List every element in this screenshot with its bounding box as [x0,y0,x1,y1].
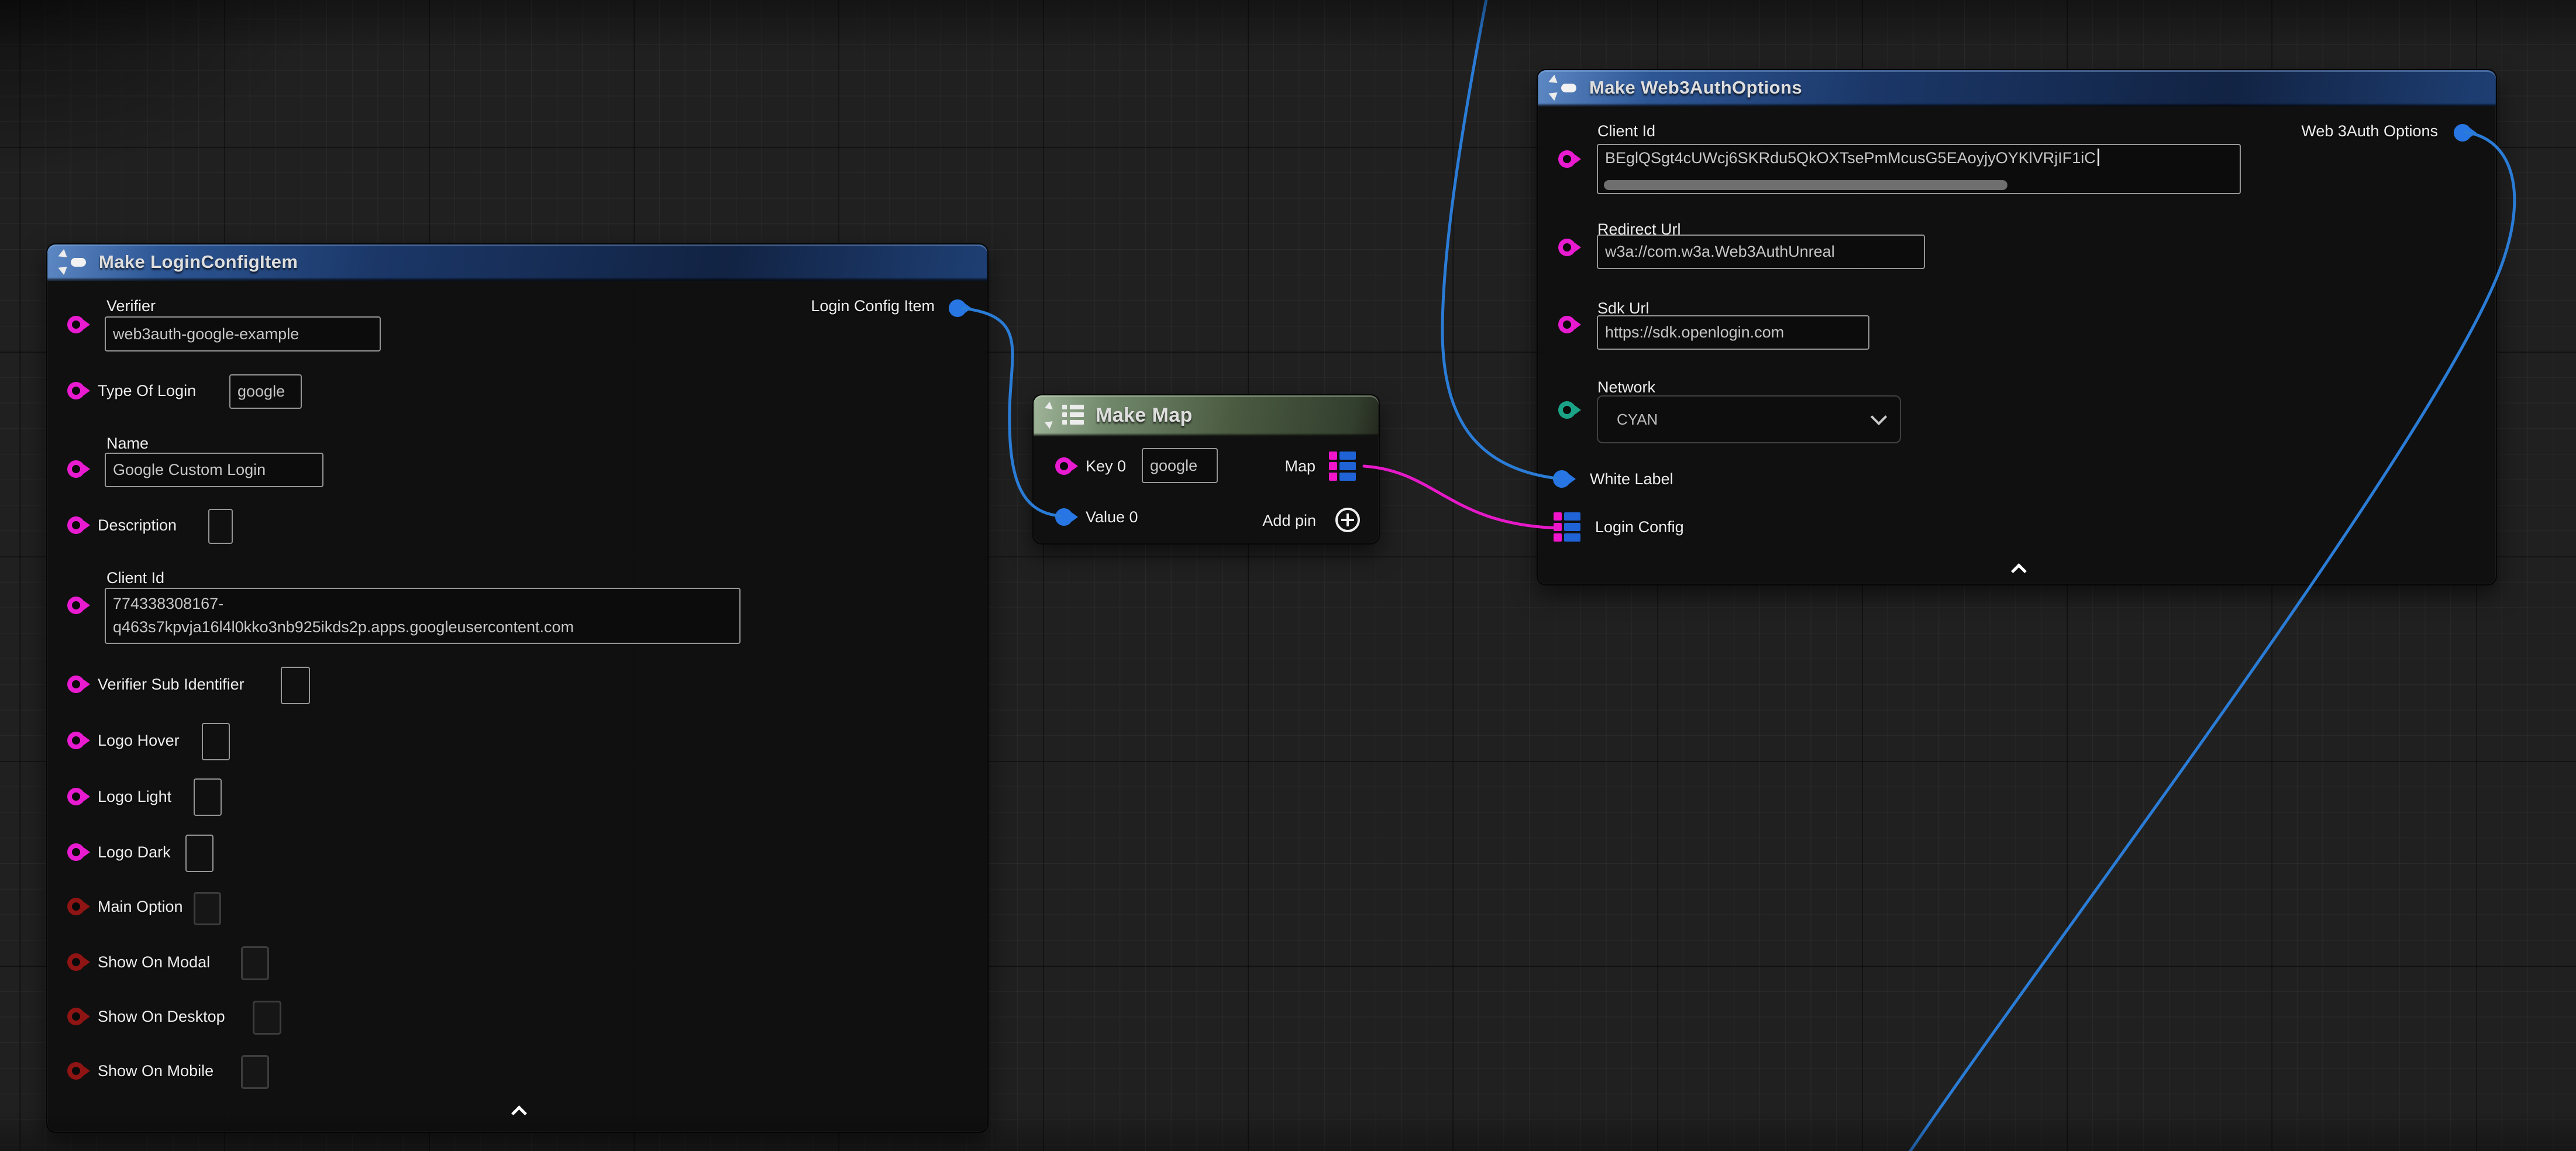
add-pin-icon[interactable] [1335,508,1360,532]
wire-map-to-loginconfig[interactable] [1364,466,1561,528]
node-title: Make Web3AuthOptions [1589,77,1802,98]
text-cursor [2098,149,2099,166]
blueprint-canvas[interactable]: { "colors": { "wire_blue": "#2a7cd6", "w… [0,0,2576,1151]
description-pin[interactable] [67,516,85,534]
client-id-label: Client Id [1597,121,1655,141]
logo-dark-pin[interactable] [67,843,85,861]
sdk-url-pin[interactable] [1558,316,1576,333]
map-output-pin[interactable] [1329,452,1356,481]
client-id-line2: q463s7kpvja16l4l0kko3nb925ikds2p.apps.go… [113,615,732,639]
logo-light-label: Logo Light [98,787,171,807]
show-on-desktop-label: Show On Desktop [98,1007,225,1026]
logo-hover-pin[interactable] [67,732,85,749]
collapse-node-button[interactable] [2012,561,2027,576]
login-config-item-output-label: Login Config Item [811,296,935,316]
show-on-modal-pin[interactable] [67,953,85,971]
client-id-input[interactable]: 774338308167- q463s7kpvja16l4l0kko3nb925… [105,588,741,644]
main-option-label: Main Option [98,897,183,916]
logo-hover-label: Logo Hover [98,730,180,750]
white-label-label: White Label [1590,469,1673,489]
verifier-label: Verifier [106,296,156,316]
key0-input[interactable]: google [1142,448,1218,483]
network-dropdown[interactable]: CYAN [1597,395,1901,443]
description-label: Description [98,515,177,535]
logo-dark-input[interactable] [185,835,213,872]
login-config-pin[interactable] [1554,512,1580,542]
key0-label: Key 0 [1086,456,1126,476]
client-id-input[interactable]: BEglQSgt4cUWcj6SKRdu5QkOXTsePmMcusG5EAoy… [1597,144,2241,194]
client-id-pin[interactable] [67,597,85,614]
main-option-pin[interactable] [67,898,85,915]
client-id-label: Client Id [106,568,164,588]
make-struct-icon [1551,76,1579,99]
make-struct-icon [60,250,88,274]
sdk-url-input[interactable]: https://sdk.openlogin.com [1597,315,1869,350]
logo-light-pin[interactable] [67,788,85,805]
logo-dark-label: Logo Dark [98,842,171,862]
collapse-node-button[interactable] [512,1103,527,1118]
name-pin[interactable] [67,460,85,478]
node-title: Make Map [1096,404,1193,427]
node-make-loginconfigitem[interactable]: Make LoginConfigItem Verifier web3auth-g… [46,243,989,1133]
show-on-mobile-label: Show On Mobile [98,1061,213,1081]
client-id-line1: 774338308167- [113,592,732,615]
client-id-input-scrollbar[interactable] [1604,180,2007,190]
type-of-login-input[interactable]: google [229,374,302,409]
web3auth-options-output-label: Web 3Auth Options [2301,121,2438,141]
redirect-url-pin[interactable] [1558,239,1576,256]
logo-light-input[interactable] [194,778,222,816]
show-on-modal-checkbox[interactable] [241,946,269,980]
show-on-desktop-checkbox[interactable] [253,1001,281,1035]
login-config-label: Login Config [1595,517,1684,537]
verifier-sub-identifier-pin[interactable] [67,676,85,693]
network-label: Network [1597,377,1655,397]
node-header-make-web3authoptions[interactable]: Make Web3AuthOptions [1538,70,2496,106]
verifier-sub-identifier-label: Verifier Sub Identifier [98,674,244,694]
chevron-down-icon [1871,409,1887,425]
show-on-modal-label: Show On Modal [98,952,210,972]
node-header-make-loginconfigitem[interactable]: Make LoginConfigItem [47,244,987,281]
logo-hover-input[interactable] [202,723,230,760]
verifier-pin[interactable] [67,316,85,333]
type-of-login-label: Type Of Login [98,381,196,401]
value0-pin[interactable] [1055,508,1073,526]
network-selected-value: CYAN [1617,411,1658,429]
make-map-icon [1046,403,1085,428]
show-on-mobile-checkbox[interactable] [241,1055,269,1089]
redirect-url-input[interactable]: w3a://com.w3a.Web3AuthUnreal [1597,235,1925,269]
value0-label: Value 0 [1086,507,1138,527]
type-of-login-pin[interactable] [67,382,85,399]
add-pin-label: Add pin [1262,511,1316,530]
white-label-pin[interactable] [1553,470,1571,488]
main-option-checkbox[interactable] [194,892,221,925]
web3auth-options-output-pin[interactable] [2454,124,2471,142]
show-on-desktop-pin[interactable] [67,1008,85,1025]
verifier-sub-identifier-input[interactable] [281,667,310,704]
key0-pin[interactable] [1055,457,1073,475]
node-make-map[interactable]: Make Map Key 0 google Map Value 0 Add pi… [1032,394,1380,545]
login-config-item-output-pin[interactable] [949,299,966,317]
verifier-input[interactable]: web3auth-google-example [105,316,381,351]
node-title: Make LoginConfigItem [99,251,298,273]
node-make-web3authoptions[interactable]: Make Web3AuthOptions Client Id Web 3Auth… [1537,69,2497,585]
name-input[interactable]: Google Custom Login [105,453,323,487]
node-header-make-map[interactable]: Make Map [1034,395,1379,436]
map-output-label: Map [1284,456,1315,476]
network-pin[interactable] [1558,401,1576,419]
name-label: Name [106,433,149,453]
client-id-pin[interactable] [1558,150,1576,168]
show-on-mobile-pin[interactable] [67,1062,85,1080]
description-input[interactable] [208,509,233,544]
client-id-value: BEglQSgt4cUWcj6SKRdu5QkOXTsePmMcusG5EAoy… [1605,149,2096,167]
